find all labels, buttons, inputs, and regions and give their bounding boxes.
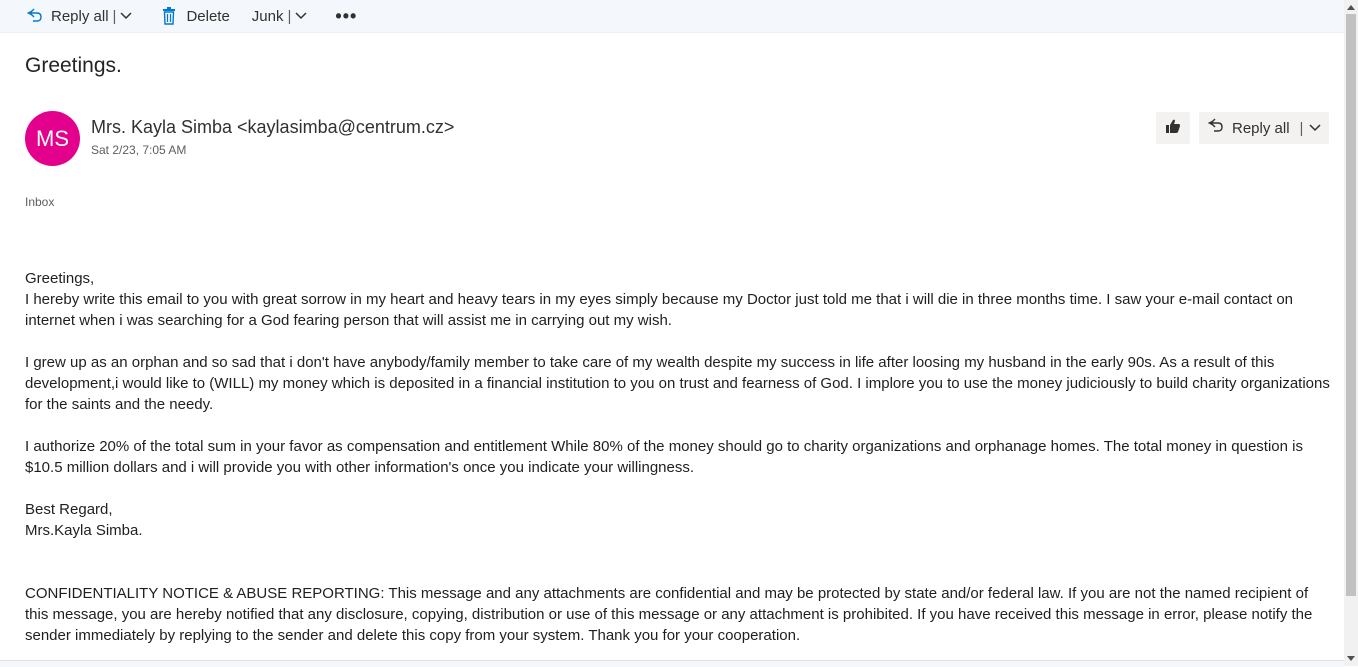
body-signature: Mrs.Kayla Simba. [25, 522, 143, 539]
chevron-down-icon[interactable] [295, 11, 307, 21]
delete-label: Delete [186, 7, 230, 25]
chevron-down-icon[interactable] [120, 11, 132, 21]
folder-label[interactable]: Inbox [25, 195, 54, 209]
avatar[interactable]: MS [25, 111, 80, 166]
junk-label: Junk [251, 7, 284, 25]
confidentiality-notice: CONFIDENTIALITY NOTICE & ABUSE REPORTING… [25, 585, 1313, 644]
reply-all-command[interactable]: Reply all | [27, 0, 132, 32]
separator: | [112, 7, 117, 25]
more-actions-button[interactable]: ••• [335, 0, 357, 32]
scroll-down-arrow-icon[interactable] [1344, 652, 1358, 666]
junk-command[interactable]: Junk | [252, 0, 308, 32]
like-button[interactable] [1156, 112, 1190, 144]
body-paragraph: I hereby write this email to you with gr… [25, 291, 1294, 329]
reply-all-button[interactable]: Reply all | [1199, 112, 1329, 144]
separator: | [287, 7, 292, 25]
reply-all-icon [27, 7, 43, 25]
sender-name[interactable]: Mrs. Kayla Simba <kaylasimba@centrum.cz> [91, 117, 454, 138]
more-icon: ••• [335, 5, 358, 26]
body-greeting: Greetings, [25, 270, 95, 287]
delete-command[interactable]: Delete [162, 0, 230, 32]
body-closing: Best Regard, [25, 501, 113, 518]
email-subject: Greetings. [25, 54, 122, 77]
sent-date: Sat 2/23, 7:05 AM [91, 143, 187, 157]
chevron-down-icon[interactable] [1309, 120, 1321, 137]
scrollbar-thumb[interactable] [1346, 14, 1356, 596]
message-body: Greetings, I hereby write this email to … [25, 268, 1330, 646]
scroll-up-arrow-icon[interactable] [1344, 0, 1358, 14]
command-toolbar: Reply all | Delete Junk | ••• [0, 0, 1344, 33]
body-paragraph: I grew up as an orphan and so sad that i… [25, 354, 1330, 413]
separator: | [1299, 119, 1304, 137]
trash-icon [162, 7, 176, 25]
reply-all-label: Reply all [1232, 119, 1290, 137]
reply-all-label: Reply all [51, 7, 109, 25]
thumbs-up-icon [1165, 118, 1181, 139]
body-paragraph: I authorize 20% of the total sum in your… [25, 438, 1303, 476]
vertical-scrollbar[interactable] [1344, 0, 1358, 666]
reply-all-icon [1207, 117, 1224, 139]
